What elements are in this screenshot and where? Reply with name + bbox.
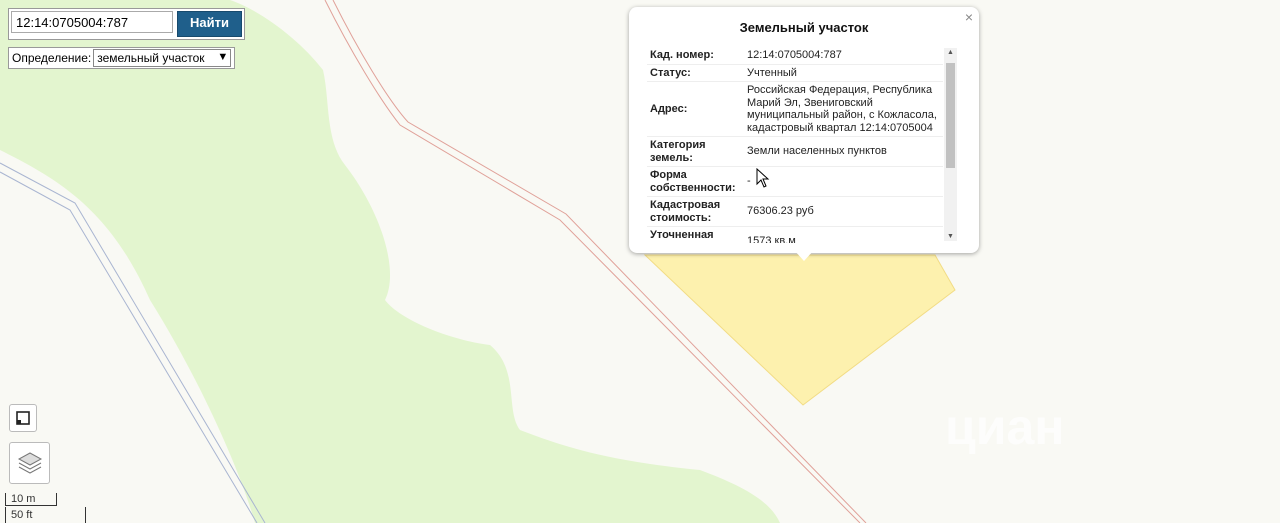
row-key: Статус:	[647, 64, 741, 82]
popup-title: Земельный участок	[739, 20, 869, 35]
row-key: Уточненная площадь:	[647, 226, 741, 243]
table-row: Кадастровая стоимость: 76306.23 руб	[647, 196, 943, 227]
row-key: Форма собственности:	[647, 166, 741, 197]
table-row: Категория земель: Земли населенных пункто…	[647, 136, 943, 167]
row-key: Кадастровая стоимость:	[647, 196, 741, 227]
scroll-up-icon[interactable]: ▲	[944, 49, 957, 56]
table-row: Статус: Учтенный	[647, 64, 943, 82]
table-row: Адрес: Российская Федерация, Республика М…	[647, 81, 943, 137]
cursor-icon	[756, 168, 770, 188]
table-row: Форма собственности: -	[647, 166, 943, 197]
row-key: Кад. номер:	[647, 47, 741, 65]
definition-label: Определение:	[12, 51, 92, 65]
row-value: Учтенный	[741, 64, 943, 82]
scroll-down-icon[interactable]: ▼	[944, 233, 957, 240]
parcel-popup: × Земельный участок Кад. номер: 12:14:070…	[629, 7, 979, 253]
row-value: 1573 кв.м	[741, 226, 943, 243]
row-value: 12:14:0705004:787	[741, 47, 943, 65]
fullscreen-icon	[16, 411, 30, 425]
row-value: -	[741, 166, 943, 197]
layers-icon	[17, 452, 42, 474]
chevron-down-icon: ▼	[217, 51, 229, 63]
search-button[interactable]: Найти	[177, 11, 242, 37]
definition-panel: Определение: земельный участок ▼	[8, 47, 236, 69]
row-key: Адрес:	[647, 81, 741, 137]
search-input[interactable]	[11, 11, 173, 33]
definition-selected-value: земельный участок	[97, 51, 205, 65]
popup-pointer	[794, 250, 814, 261]
fullscreen-button[interactable]	[9, 404, 37, 432]
search-panel: Найти	[8, 8, 245, 40]
row-value: Земли населенных пунктов	[741, 136, 943, 167]
row-value: 76306.23 руб	[741, 196, 943, 227]
row-value: Российская Федерация, Республика Марий Э…	[741, 81, 943, 137]
scale-imperial: 50 ft	[11, 509, 33, 521]
scale-metric: 10 m	[11, 493, 36, 505]
table-row: Кад. номер: 12:14:0705004:787	[647, 47, 943, 65]
table-row: Уточненная площадь:1573 кв.м	[647, 226, 943, 243]
layers-button[interactable]	[9, 442, 50, 484]
row-key: Категория земель:	[647, 136, 741, 167]
popup-scrollbar[interactable]: ▲ ▼	[944, 48, 957, 241]
watermark-logo: циан	[945, 399, 1065, 455]
popup-info-table: Кад. номер: 12:14:0705004:787 Статус: Учте…	[647, 47, 943, 243]
definition-select[interactable]: земельный участок ▼	[93, 49, 232, 67]
scroll-thumb[interactable]	[946, 63, 955, 168]
